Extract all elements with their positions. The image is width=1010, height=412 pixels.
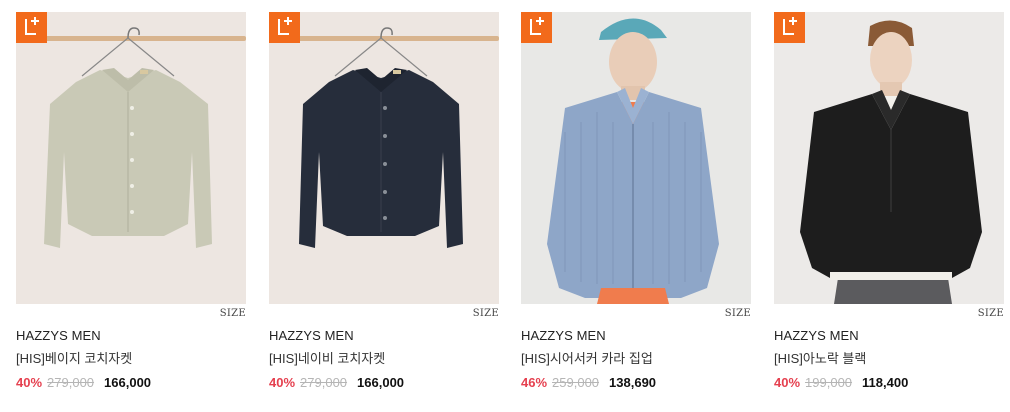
price-row: 40% 279,000 166,000 [269, 375, 404, 390]
product-image[interactable] [16, 12, 246, 304]
size-label[interactable]: SIZE [473, 308, 499, 319]
product-card[interactable]: SIZE HAZZYS MEN [HIS]네이비 코치자켓 40% 279,00… [269, 12, 499, 402]
black-anorak-model-image [774, 12, 1004, 304]
product-card[interactable]: SIZE HAZZYS MEN [HIS]시어서커 카라 집업 46% 259,… [521, 12, 751, 402]
seersucker-model-image [521, 12, 751, 304]
product-image[interactable] [521, 12, 751, 304]
brand-name: HAZZYS MEN [16, 328, 101, 343]
sale-price: 166,000 [357, 375, 405, 390]
size-label[interactable]: SIZE [725, 308, 751, 319]
product-name[interactable]: [HIS]네이비 코치자켓 [269, 348, 385, 367]
product-card[interactable]: SIZE HAZZYS MEN [HIS]아노락 블랙 40% 199,000 … [774, 12, 1004, 402]
price-row: 40% 279,000 166,000 [16, 375, 151, 390]
original-price: 279,000 [47, 375, 95, 390]
l-plus-badge-icon [16, 12, 47, 43]
product-name[interactable]: [HIS]베이지 코치자켓 [16, 348, 132, 367]
original-price: 199,000 [805, 375, 853, 390]
brand-name: HAZZYS MEN [269, 328, 354, 343]
product-image[interactable] [774, 12, 1004, 304]
product-card[interactable]: SIZE HAZZYS MEN [HIS]베이지 코치자켓 40% 279,00… [16, 12, 246, 402]
price-row: 40% 199,000 118,400 [774, 375, 908, 390]
product-image[interactable] [269, 12, 499, 304]
discount-rate: 40% [269, 375, 296, 390]
product-name[interactable]: [HIS]아노락 블랙 [774, 348, 866, 367]
size-label[interactable]: SIZE [220, 308, 246, 319]
l-plus-badge-icon [521, 12, 552, 43]
discount-rate: 40% [774, 375, 801, 390]
size-label[interactable]: SIZE [978, 308, 1004, 319]
discount-rate: 40% [16, 375, 43, 390]
sale-price: 138,690 [609, 375, 657, 390]
sale-price: 118,400 [862, 375, 909, 390]
original-price: 279,000 [300, 375, 348, 390]
brand-name: HAZZYS MEN [521, 328, 606, 343]
discount-rate: 46% [521, 375, 548, 390]
l-plus-badge-icon [269, 12, 300, 43]
original-price: 259,000 [552, 375, 600, 390]
price-row: 46% 259,000 138,690 [521, 375, 656, 390]
beige-jacket-image [16, 12, 246, 304]
brand-name: HAZZYS MEN [774, 328, 859, 343]
product-grid: SIZE HAZZYS MEN [HIS]베이지 코치자켓 40% 279,00… [0, 0, 1010, 412]
l-plus-badge-icon [774, 12, 805, 43]
product-name[interactable]: [HIS]시어서커 카라 집업 [521, 348, 653, 367]
sale-price: 166,000 [104, 375, 152, 390]
navy-jacket-image [269, 12, 499, 304]
